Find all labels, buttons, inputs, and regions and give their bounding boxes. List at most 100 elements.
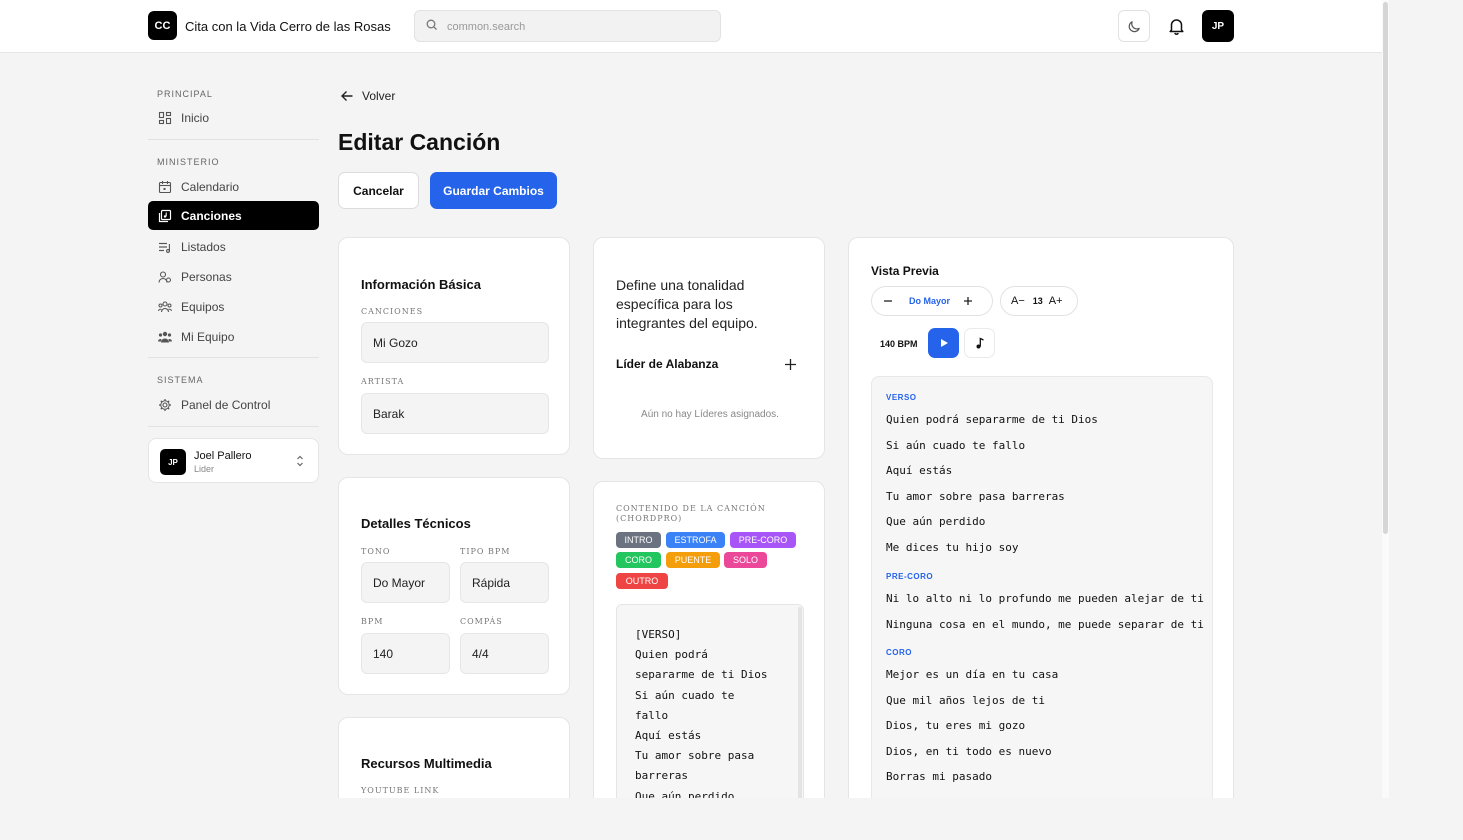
notifications-button[interactable] [1162,10,1190,42]
lyric-line: Si aún cuado te fallo [886,439,1026,452]
sidebar-item-inicio[interactable]: Inicio [148,103,319,132]
font-decrease-button[interactable]: A− [1011,295,1025,307]
tag-solo-button[interactable]: SOLO [724,552,767,568]
lyrics-preview: VERSO Quien podrá separarme de ti Dios S… [871,376,1213,816]
sidebar-item-personas[interactable]: Personas [148,262,319,291]
compas-label: COMPÁS [460,617,503,626]
sidebar-item-label: Inicio [181,110,210,125]
compas-field[interactable]: 4/4 [460,633,549,674]
songs-icon [158,209,172,222]
basic-info-card: Información Básica CANCIONES Mi Gozo ART… [338,237,570,455]
lyric-line: Tu amor sobre pasa barreras [886,490,1065,503]
lyric-line: Que mil años lejos de ti [886,694,1045,707]
basic-info-title: Información Básica [361,277,481,292]
sidebar-item-mi-equipo[interactable]: Mi Equipo [148,322,319,351]
section-coro-label: CORO [886,648,912,657]
moon-icon [1128,20,1140,32]
technical-details-title: Detalles Técnicos [361,516,471,531]
chevron-up-down-icon [297,455,303,467]
tono-label: TONO [361,547,391,556]
back-label: Volver [362,89,396,103]
tag-intro-button[interactable]: INTRO [616,532,661,548]
youtube-link-label: YOUTUBE LINK [361,786,440,795]
save-button[interactable]: Guardar Cambios [430,172,557,209]
sidebar-item-canciones[interactable]: Canciones [148,201,319,230]
plus-icon[interactable] [963,296,973,306]
tonality-description: Define una tonalidad específica para los… [616,277,758,331]
sidebar-item-label: Listados [181,239,226,254]
add-leader-button[interactable] [784,358,797,371]
gear-icon [159,398,171,411]
play-button[interactable] [928,328,959,358]
tag-coro-button[interactable]: CORO [616,552,661,568]
lyric-line: Aquí estás [886,464,953,477]
user-menu-button[interactable]: JP [1202,10,1234,42]
app-title[interactable]: Cita con la Vida Cerro de las Rosas [185,19,391,34]
play-icon [940,339,948,347]
search-input[interactable]: common.search [414,10,721,42]
metronome-button[interactable] [964,328,995,358]
lyric-line: Dios, tu eres mi gozo [886,719,1026,732]
search-placeholder: common.search [447,21,526,33]
multimedia-title: Recursos Multimedia [361,756,492,771]
sidebar-item-calendario[interactable]: Calendario [148,172,319,201]
sidebar-item-label: Panel de Control [181,397,271,412]
artist-field[interactable]: Barak [361,393,549,434]
sidebar-item-equipos[interactable]: Equipos [148,292,319,321]
grid-icon [158,111,172,124]
lyric-line: Ni lo alto ni lo profundo me pueden alej… [886,592,1204,605]
song-name-field[interactable]: Mi Gozo [361,322,549,363]
sidebar-item-label: Equipos [181,299,225,314]
minus-icon[interactable] [883,296,893,306]
section-verso-label: VERSO [886,393,917,402]
tipo-bpm-label: TIPO BPM [460,547,511,556]
editor-scrollbar[interactable] [798,607,802,807]
calendar-icon [158,180,172,193]
preview-title: Vista Previa [871,264,939,278]
chordpro-editor-content: [VERSO] Quien podrá separarme de ti Dios… [635,628,768,803]
tono-field[interactable]: Do Mayor [361,562,450,603]
tag-pre-coro-button[interactable]: PRE-CORO [730,532,796,548]
font-increase-button[interactable]: A+ [1049,295,1063,307]
lyric-line: Dios, en ti todo es nuevo [886,745,1052,758]
tipo-bpm-field[interactable]: Rápida [460,562,549,603]
viewport-bottom-edge [0,798,1463,840]
chordpro-editor[interactable]: [VERSO] Quien podrá separarme de ti Dios… [616,604,804,807]
bell-icon [1168,19,1184,35]
sidebar-item-panel-de-control[interactable]: Panel de Control [148,390,319,419]
chordpro-label: CONTENIDO DE LA CANCIÓN (CHORDPRO) [616,504,766,523]
user-name: Joel Pallero [194,450,252,462]
sidebar-item-label: Canciones [181,208,242,223]
lyric-line: Ninguna cosa en el mundo, me puede separ… [886,618,1204,631]
section-pre-coro-label: PRE-CORO [886,572,934,581]
preview-key: Do Mayor [909,296,951,306]
app-logo[interactable]: CC [148,11,177,40]
tag-puente-button[interactable]: PUENTE [666,552,720,568]
sidebar-item-label: Mi Equipo [181,329,235,344]
song-name-label: CANCIONES [361,307,424,316]
chordpro-card: CONTENIDO DE LA CANCIÓN (CHORDPRO) INTRO… [593,481,825,840]
cancel-button[interactable]: Cancelar [338,172,419,209]
tonality-card: Define una tonalidad específica para los… [593,237,825,459]
preview-bpm: 140 BPM [880,339,918,349]
tag-estrofa-button[interactable]: ESTROFA [666,532,725,548]
search-icon [426,19,437,30]
sidebar-item-label: Personas [181,269,232,284]
artist-label: ARTISTA [361,377,405,386]
teams-icon [158,300,172,312]
sidebar-divider [148,357,319,358]
user-profile-card[interactable]: JP Joel Pallero Lider [148,438,319,483]
tag-outro-button[interactable]: OUTRO [616,573,668,589]
music-note-icon [976,337,984,349]
key-selector: Do Mayor [871,286,993,316]
theme-toggle-button[interactable] [1118,10,1150,42]
my-team-icon [158,331,172,342]
sidebar-item-label: Calendario [181,179,240,194]
sidebar-divider [148,426,319,427]
lyric-line: Que aún perdido [886,515,986,528]
page-scrollbar-thumb[interactable] [1383,2,1388,534]
bpm-field[interactable]: 140 [361,633,450,674]
sidebar-item-listados[interactable]: Listados [148,232,319,261]
sidebar-section-ministerio: MINISTERIO [157,157,220,167]
back-link[interactable]: Volver [340,89,395,103]
